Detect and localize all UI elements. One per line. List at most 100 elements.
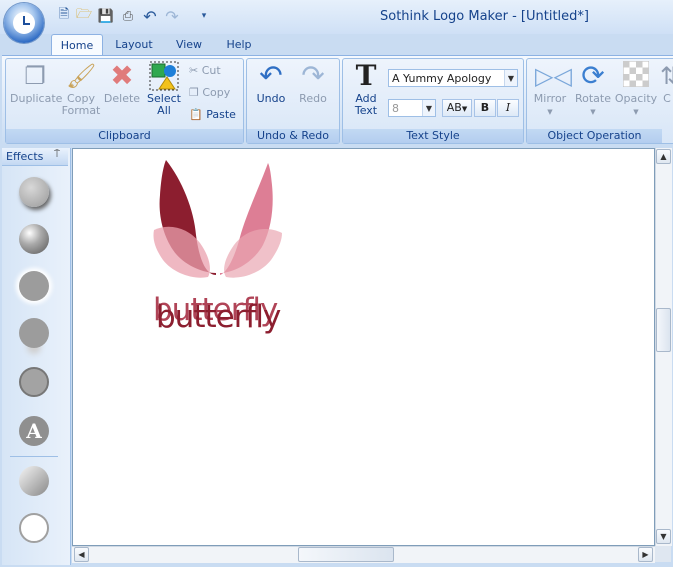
redo-button[interactable]: ↷ Redo [293,61,333,105]
delete-x-icon: ✖ [110,59,134,92]
duplicate-icon: ❐ [24,62,46,90]
tab-home[interactable]: Home [51,34,103,57]
undo-icon[interactable]: ↶ [141,7,159,26]
scroll-up-icon[interactable]: ▲ [656,149,671,164]
chevron-down-icon: ▼ [422,100,435,116]
left-lower-wing [153,226,210,278]
vertical-scrollbar[interactable]: ▲ ▼ [655,148,672,546]
tab-view[interactable]: View [168,34,210,56]
character-spacing-button[interactable]: AB▼ [442,99,472,117]
undo-redo-group: ↶ Undo ↷ Redo Undo & Redo [246,58,340,144]
copy-button[interactable]: ❐ Copy [189,86,230,100]
brush-icon: 🖌 [66,62,97,90]
new-icon[interactable]: 🗎 [55,7,73,25]
more-operation-button[interactable]: ⇅ C [660,61,673,105]
rotate-icon: ⟳ [581,59,605,92]
tab-layout[interactable]: Layout [108,34,160,56]
mirror-icon: ▷◁ [535,62,572,90]
cut-label: Cut [201,64,221,77]
undo-redo-group-label: Undo & Redo [247,129,339,143]
shadow-effect-icon[interactable] [19,177,49,207]
effects-panel [2,148,71,565]
chevron-down-icon: ▼ [504,70,517,86]
glow-effect-icon[interactable] [19,271,49,301]
bold-button[interactable]: B [474,99,496,117]
mirror-label: Mirror [533,92,567,105]
object-operation-group: ▷◁ Mirror ▼ ⟳ Rotate ▼ Opacity ▼ ⇅ C Object… [526,58,673,144]
scissors-icon: ✂ [189,64,199,77]
butterfly-logo-graphic[interactable] [148,155,288,290]
copy-format-button[interactable]: 🖌 Copy Format [60,61,102,117]
redo-icon[interactable]: ↷ [163,7,181,26]
cut-button[interactable]: ✂ Cut [189,64,221,78]
scroll-down-icon[interactable]: ▼ [656,529,671,544]
undo-arrow-icon: ↶ [259,59,283,92]
reflection-effect-icon[interactable] [19,318,49,348]
tab-help[interactable]: Help [220,34,258,56]
customize-quick-access-icon[interactable]: ▾ [195,7,213,25]
opacity-label: Opacity [614,92,658,105]
more-icon: ⇅ [660,62,673,90]
select-all-shapes-icon [149,61,179,91]
bevel-effect-icon[interactable] [19,224,49,254]
redo-label: Redo [299,92,327,105]
add-text-label-2: Text [354,104,378,117]
clock-logo-icon [13,12,35,34]
scrollbar-corner [655,546,671,562]
undo-button[interactable]: ↶ Undo [251,61,291,105]
clipboard-group: ❐ Duplicate 🖌 Copy Format ✖ Delete Selec… [5,58,244,144]
horizontal-scrollbar[interactable]: ◀ ▶ [72,546,655,563]
scroll-left-icon[interactable]: ◀ [74,547,89,562]
add-text-button[interactable]: T Add Text [347,61,385,117]
chevron-down-icon: ▼ [547,108,553,116]
font-size-select[interactable]: 8 ▼ [388,99,436,117]
horizontal-scroll-thumb[interactable] [298,547,394,562]
mirror-button[interactable]: ▷◁ Mirror ▼ [529,61,572,118]
gradient-effect-icon[interactable] [19,466,49,496]
effects-divider [10,456,58,457]
redo-arrow-icon: ↷ [301,59,325,92]
duplicate-label: Duplicate [10,92,63,105]
clipboard-group-label: Clipboard [6,129,243,143]
undo-label: Undo [256,92,286,105]
scroll-right-icon[interactable]: ▶ [638,547,653,562]
vertical-scroll-thumb[interactable] [656,308,671,352]
font-family-select[interactable]: A Yummy Apology ▼ [388,69,518,87]
print-icon[interactable]: ⎙ [119,7,137,25]
pin-icon[interactable]: ⍑ [54,149,60,160]
select-all-button[interactable]: Select All [144,61,184,117]
open-icon[interactable]: 🗁 [75,7,93,25]
rotate-label: Rotate [574,92,611,105]
outline-effect-icon[interactable] [19,367,49,397]
spacing-label: AB [446,101,462,114]
paste-button[interactable]: 📋 Paste [189,108,236,122]
chevron-down-icon: ▼ [633,108,639,116]
paste-icon: 📋 [189,108,203,121]
effects-panel-header: Effects ⍑ [2,148,68,166]
logo-text[interactable]: butterfly [156,299,281,335]
delete-button[interactable]: ✖ Delete [102,61,142,105]
delete-label: Delete [103,92,141,105]
duplicate-button[interactable]: ❐ Duplicate [10,61,63,105]
copy-format-label-2: Format [61,104,101,117]
select-all-label-2: All [157,104,171,117]
more-label: C [663,92,671,105]
chevron-down-icon: ▼ [590,108,596,116]
font-size-value: 8 [392,102,399,115]
effects-title: Effects [6,150,44,163]
italic-button[interactable]: I [497,99,519,117]
text-t-icon: T [355,59,377,92]
rotate-button[interactable]: ⟳ Rotate ▼ [572,61,614,118]
text-effect-icon[interactable]: A [19,416,49,446]
chevron-down-icon: ▼ [461,105,468,113]
object-operation-group-label: Object Operation [527,129,662,143]
ring-effect-icon[interactable] [19,513,49,543]
application-menu-button[interactable] [4,3,44,43]
save-icon[interactable]: 💾 [97,7,115,25]
design-canvas[interactable] [72,148,655,546]
window-title: Sothink Logo Maker - [Untitled*] [380,9,589,24]
copy-icon: ❐ [189,86,199,99]
opacity-button[interactable]: Opacity ▼ [614,60,658,118]
opacity-checker-icon [621,60,651,91]
copy-label: Copy [202,86,231,99]
